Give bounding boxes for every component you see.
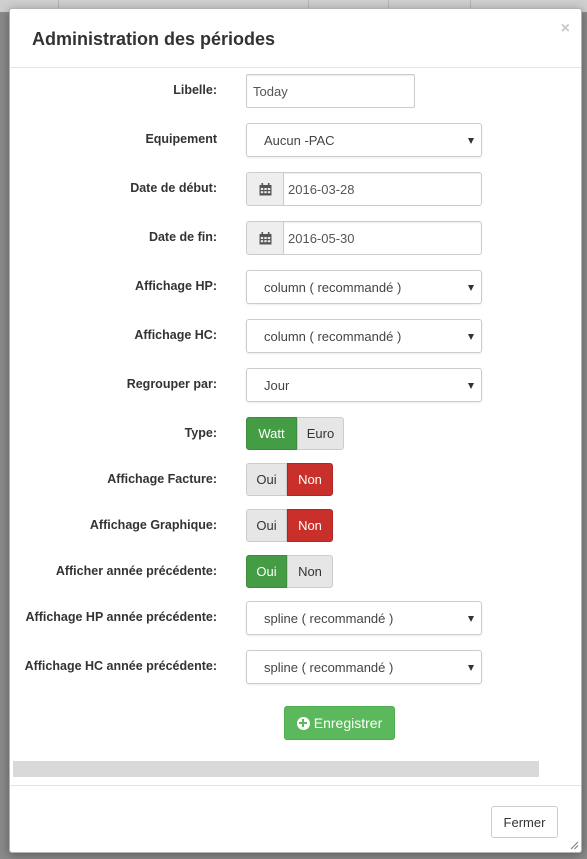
date-fin-label: Date de fin: — [148, 230, 217, 244]
calendar-icon[interactable] — [246, 221, 283, 255]
affichage-graphique-toggle: Oui Non — [246, 509, 333, 542]
chevron-down-icon — [468, 665, 474, 671]
date-debut-input[interactable] — [283, 172, 482, 206]
modal-footer: Fermer — [10, 785, 581, 852]
afficher-annee-precedente-label: Afficher année précédente: — [55, 564, 217, 578]
chevron-down-icon — [468, 616, 474, 622]
affichage-hp-value: column ( recommandé ) — [264, 280, 402, 295]
affichage-hc-annee-precedente-value: spline ( recommandé ) — [264, 660, 394, 675]
plus-circle-icon — [296, 716, 310, 730]
afficher-annee-precedente-non-button[interactable]: Non — [287, 555, 333, 588]
affichage-hp-annee-precedente-select[interactable]: spline ( recommandé ) — [246, 601, 482, 635]
horizontal-scrollbar[interactable] — [13, 761, 539, 777]
affichage-facture-label: Affichage Facture: — [107, 472, 217, 486]
chevron-down-icon — [468, 383, 474, 389]
type-watt-button[interactable]: Watt — [246, 417, 297, 450]
affichage-hp-row: Affichage HP: column ( recommandé ) — [10, 270, 581, 304]
calendar-icon[interactable] — [246, 172, 283, 206]
equipement-value: Aucun -PAC — [264, 133, 335, 148]
modal-header: Administration des périodes × — [10, 9, 581, 68]
affichage-hp-annee-precedente-label: Affichage HP année précédente: — [25, 610, 218, 624]
affichage-graphique-label: Affichage Graphique: — [89, 518, 217, 532]
date-fin-input[interactable] — [283, 221, 482, 255]
equipement-row: Equipement Aucun -PAC — [10, 123, 581, 157]
close-button[interactable]: Fermer — [491, 806, 558, 838]
libelle-input[interactable] — [246, 74, 415, 108]
type-row: Type: Watt Euro — [10, 417, 581, 451]
affichage-hc-annee-precedente-label: Affichage HC année précédente: — [24, 659, 217, 673]
chevron-down-icon — [468, 334, 474, 340]
chevron-down-icon — [468, 138, 474, 144]
date-fin-group — [246, 221, 482, 255]
affichage-hc-label: Affichage HC: — [134, 328, 217, 342]
regrouper-par-value: Jour — [264, 378, 290, 393]
periods-modal: Administration des périodes × Libelle: E… — [9, 8, 582, 853]
affichage-hp-select[interactable]: column ( recommandé ) — [246, 270, 482, 304]
date-debut-group — [246, 172, 482, 206]
type-label: Type: — [184, 426, 217, 440]
afficher-annee-precedente-row: Afficher année précédente: Oui Non — [10, 555, 581, 589]
equipement-label: Equipement — [145, 132, 217, 146]
regrouper-par-label: Regrouper par: — [126, 377, 217, 391]
affichage-hc-value: column ( recommandé ) — [264, 329, 402, 344]
resize-handle-icon[interactable] — [570, 841, 579, 850]
affichage-hc-select[interactable]: column ( recommandé ) — [246, 319, 482, 353]
affichage-facture-oui-button[interactable]: Oui — [246, 463, 287, 496]
affichage-hp-annee-precedente-value: spline ( recommandé ) — [264, 611, 394, 626]
affichage-hp-label: Affichage HP: — [135, 279, 217, 293]
affichage-hc-row: Affichage HC: column ( recommandé ) — [10, 319, 581, 353]
regrouper-par-row: Regrouper par: Jour — [10, 368, 581, 402]
chevron-down-icon — [468, 285, 474, 291]
type-toggle: Watt Euro — [246, 417, 344, 450]
affichage-facture-toggle: Oui Non — [246, 463, 333, 496]
date-fin-row: Date de fin: — [10, 221, 581, 255]
save-button-label: Enregistrer — [313, 715, 383, 731]
type-euro-button[interactable]: Euro — [297, 417, 344, 450]
date-debut-row: Date de début: — [10, 172, 581, 206]
affichage-hc-annee-precedente-row: Affichage HC année précédente: spline ( … — [10, 650, 581, 684]
affichage-facture-non-button[interactable]: Non — [287, 463, 333, 496]
afficher-annee-precedente-oui-button[interactable]: Oui — [246, 555, 287, 588]
affichage-hc-annee-precedente-select[interactable]: spline ( recommandé ) — [246, 650, 482, 684]
libelle-label: Libelle: — [173, 83, 217, 97]
modal-title: Administration des périodes — [32, 29, 276, 49]
regrouper-par-select[interactable]: Jour — [246, 368, 482, 402]
afficher-annee-precedente-toggle: Oui Non — [246, 555, 333, 588]
affichage-graphique-non-button[interactable]: Non — [287, 509, 333, 542]
affichage-hp-annee-precedente-row: Affichage HP année précédente: spline ( … — [10, 601, 581, 635]
affichage-facture-row: Affichage Facture: Oui Non — [10, 463, 581, 497]
save-button[interactable]: Enregistrer — [284, 706, 395, 740]
date-debut-label: Date de début: — [130, 181, 217, 195]
equipement-select[interactable]: Aucun -PAC — [246, 123, 482, 157]
affichage-graphique-row: Affichage Graphique: Oui Non — [10, 509, 581, 543]
close-icon[interactable]: × — [561, 20, 570, 38]
libelle-row: Libelle: — [10, 74, 581, 108]
affichage-graphique-oui-button[interactable]: Oui — [246, 509, 287, 542]
